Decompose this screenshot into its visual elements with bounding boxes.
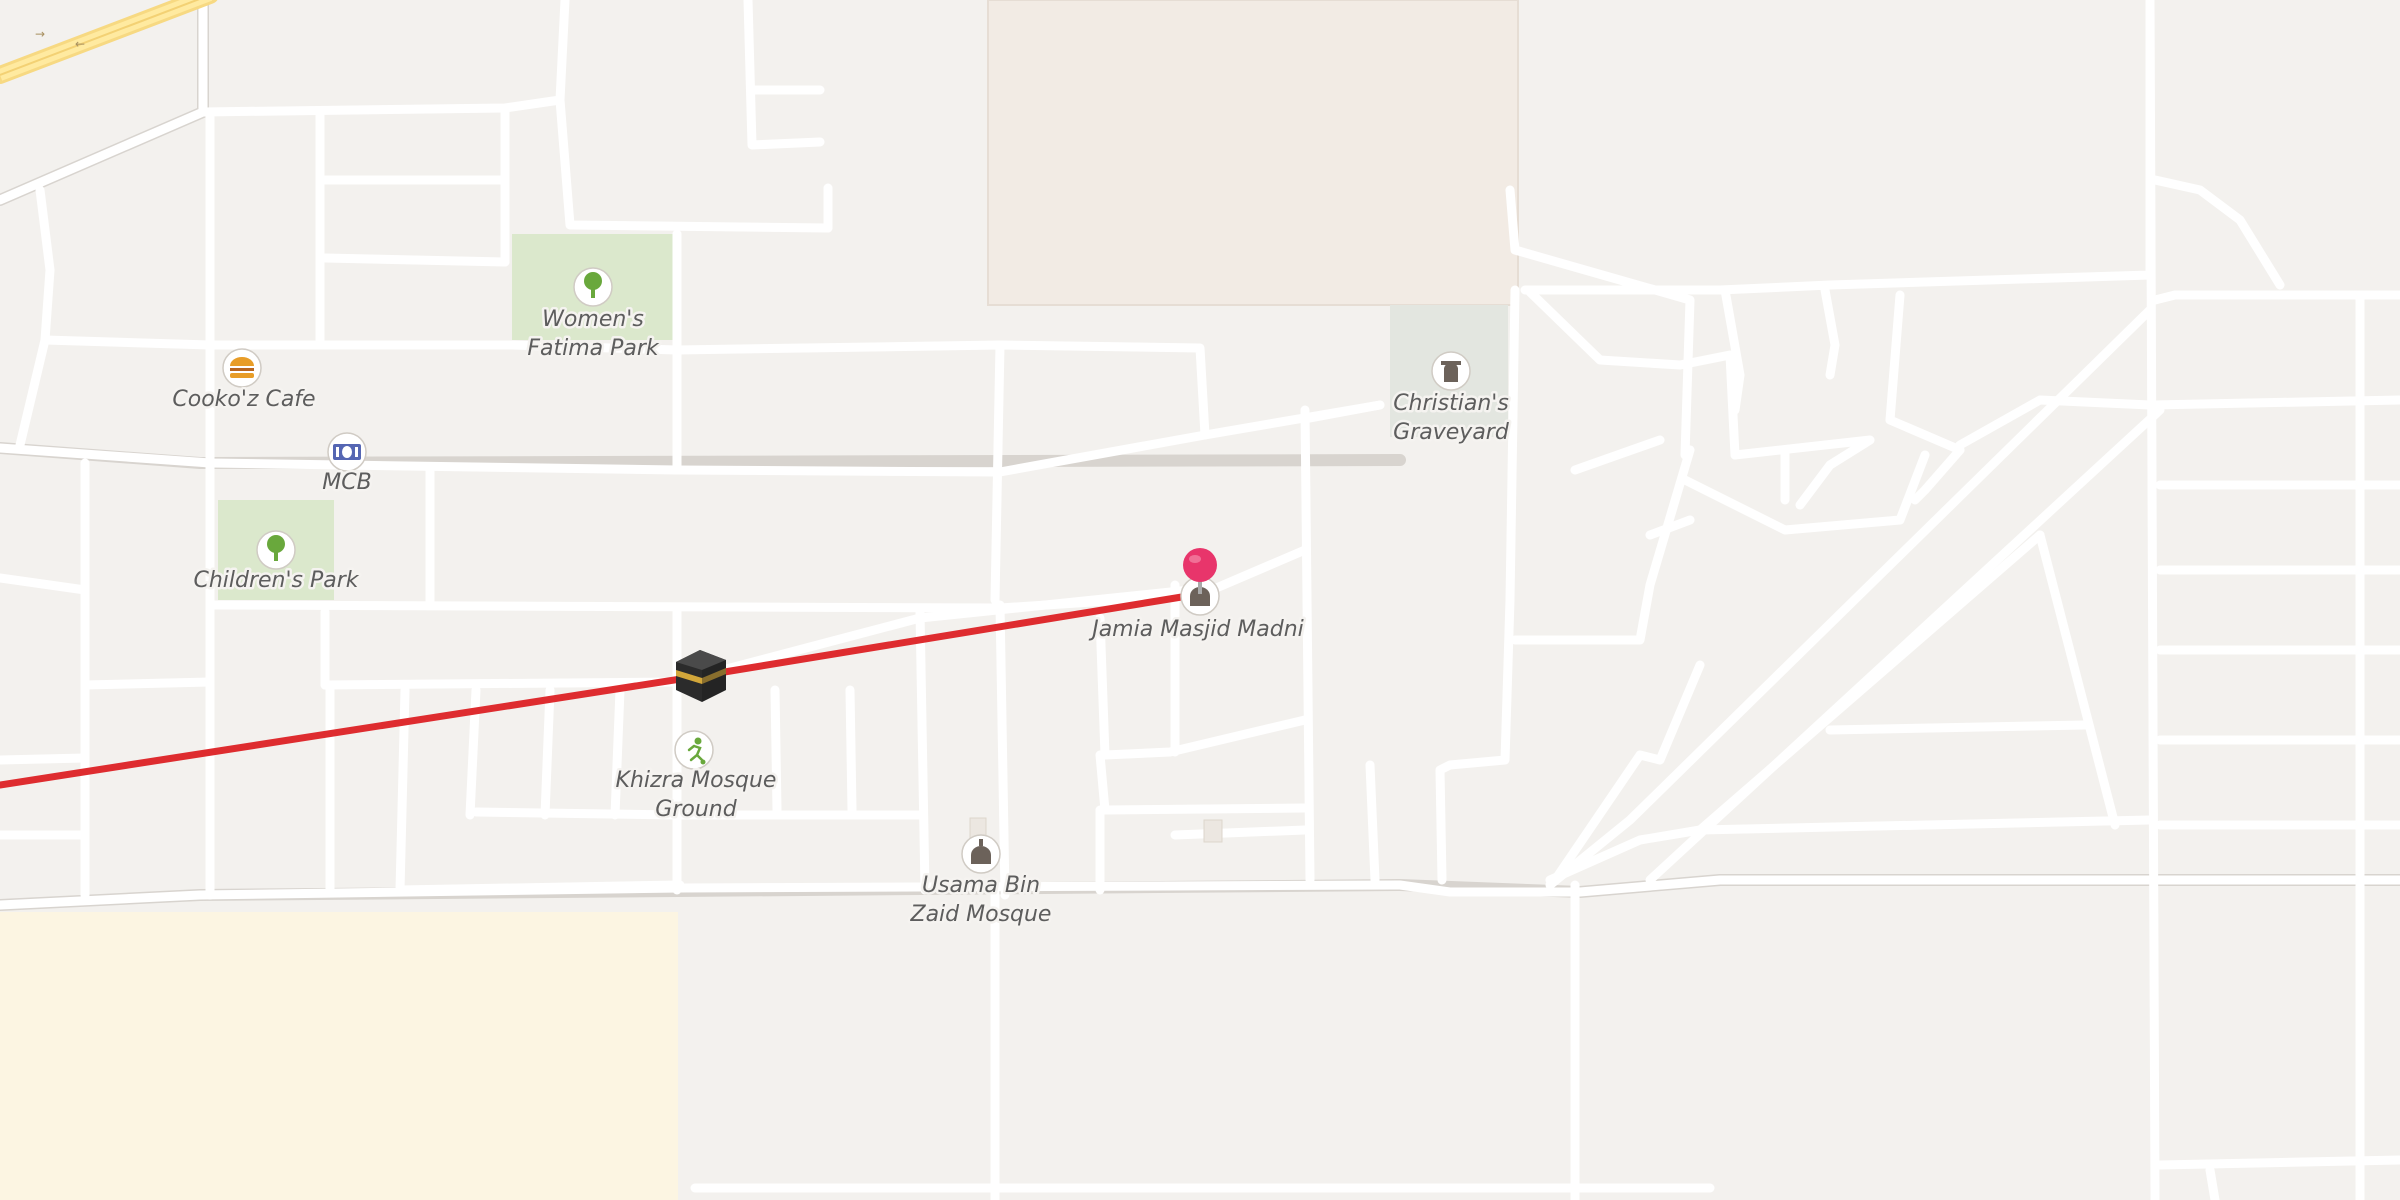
banknote-icon (333, 444, 361, 460)
poi-label: Fatima Park (527, 336, 660, 361)
poi-label: Cooko'z Cafe (172, 387, 315, 412)
sand-area (0, 912, 678, 1200)
svg-text:←: ← (75, 37, 85, 51)
svg-text:→: → (35, 27, 45, 41)
poi-label: Women's (542, 307, 644, 332)
map-canvas[interactable]: → ← Women's Fatima Park Cooko'z Cafe MCB… (0, 0, 2400, 1200)
poi-label: Graveyard (1393, 420, 1510, 445)
poi-label: Zaid Mosque (910, 902, 1052, 927)
poi-label: Christian's (1393, 391, 1509, 416)
poi-label: Usama Bin (922, 873, 1040, 898)
poi-label: MCB (322, 470, 371, 495)
industrial-area (987, 0, 1519, 306)
poi-label: Khizra Mosque (616, 768, 777, 793)
tombstone-icon (1441, 361, 1461, 382)
building (1203, 819, 1223, 843)
poi-label: Children's Park (193, 568, 359, 593)
poi-label: Jamia Masjid Madni (1088, 617, 1304, 642)
poi-label: Ground (655, 797, 737, 822)
